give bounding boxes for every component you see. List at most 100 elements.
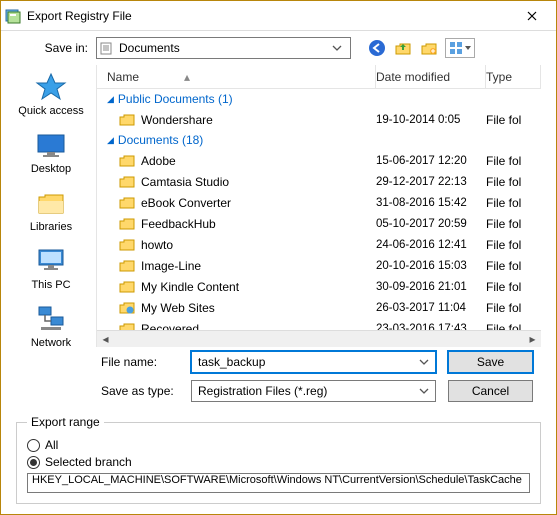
group-header[interactable]: ◢Public Documents (1) (97, 89, 541, 109)
file-row[interactable]: Wondershare19-10-2014 0:05File fol (97, 109, 541, 130)
file-date: 24-06-2016 12:41 (376, 239, 486, 251)
folder-icon (119, 258, 135, 274)
save-in-row: Save in: Documents (1, 31, 556, 65)
file-name: Adobe (141, 154, 376, 168)
filename-label: File name: (101, 355, 191, 369)
file-name: Wondershare (141, 113, 376, 127)
folder-icon (119, 279, 135, 295)
save-in-dropdown[interactable]: Documents (96, 37, 351, 59)
save-button[interactable]: Save (448, 351, 533, 373)
sidebar-this-pc[interactable]: This PC (11, 241, 91, 295)
file-date: 15-06-2017 12:20 (376, 155, 486, 167)
save-in-value: Documents (119, 41, 332, 55)
file-type: File fol (486, 301, 541, 315)
file-date: 30-09-2016 21:01 (376, 281, 486, 293)
radio-icon (27, 439, 40, 452)
horizontal-scrollbar[interactable]: ◂ ▸ (97, 330, 541, 347)
file-name: Image-Line (141, 259, 376, 273)
this-pc-icon (35, 245, 67, 277)
file-date: 19-10-2014 0:05 (376, 114, 486, 126)
branch-path-input[interactable]: HKEY_LOCAL_MACHINE\SOFTWARE\Microsoft\Wi… (27, 473, 530, 493)
file-name: My Kindle Content (141, 280, 376, 294)
file-name: My Web Sites (141, 301, 376, 315)
quick-access-icon (35, 71, 67, 103)
titlebar: Export Registry File (1, 1, 556, 31)
places-sidebar: Quick access Desktop Libraries This PC N… (6, 65, 96, 347)
file-row[interactable]: howto24-06-2016 12:41File fol (97, 234, 541, 255)
file-row[interactable]: Camtasia Studio29-12-2017 22:13File fol (97, 171, 541, 192)
file-row[interactable]: Recovered23-03-2016 17:43File fol (97, 318, 541, 330)
file-type: File fol (486, 154, 541, 168)
new-folder-button[interactable] (419, 38, 439, 58)
filename-input[interactable]: task_backup (191, 351, 436, 373)
back-button[interactable] (367, 38, 387, 58)
save-in-label: Save in: (1, 41, 96, 55)
file-type: File fol (486, 113, 541, 127)
folder-icon (119, 153, 135, 169)
column-type[interactable]: Type (486, 65, 541, 88)
file-row[interactable]: eBook Converter31-08-2016 15:42File fol (97, 192, 541, 213)
sidebar-libraries[interactable]: Libraries (11, 183, 91, 237)
file-type: File fol (486, 259, 541, 273)
folder-icon (119, 216, 135, 232)
file-row[interactable]: FeedbackHub05-10-2017 20:59File fol (97, 213, 541, 234)
file-name: eBook Converter (141, 196, 376, 210)
file-type: File fol (486, 217, 541, 231)
scroll-right-button[interactable]: ▸ (524, 331, 541, 348)
column-name[interactable]: Name▴ (97, 65, 376, 88)
file-date: 31-08-2016 15:42 (376, 197, 486, 209)
file-type: File fol (486, 322, 541, 331)
sidebar-network[interactable]: Network (11, 299, 91, 353)
desktop-icon (35, 129, 67, 161)
saveastype-dropdown[interactable]: Registration Files (*.reg) (191, 380, 436, 402)
network-icon (35, 303, 67, 335)
file-date: 20-10-2016 15:03 (376, 260, 486, 272)
radio-icon (27, 456, 40, 469)
saveastype-label: Save as type: (101, 384, 191, 398)
toolbar-icons (367, 38, 475, 58)
file-row[interactable]: My Web Sites26-03-2017 11:04File fol (97, 297, 541, 318)
view-menu-button[interactable] (445, 38, 475, 58)
file-type: File fol (486, 196, 541, 210)
export-registry-dialog: Export Registry File Save in: Documents (0, 0, 557, 515)
folder-icon (119, 112, 135, 128)
file-row[interactable]: Adobe15-06-2017 12:20File fol (97, 150, 541, 171)
export-range-legend: Export range (27, 415, 104, 429)
file-date: 05-10-2017 20:59 (376, 218, 486, 230)
file-name: howto (141, 238, 376, 252)
folder-icon (119, 321, 135, 331)
sidebar-quick-access[interactable]: Quick access (11, 67, 91, 121)
window-title: Export Registry File (27, 9, 512, 23)
folder-icon (119, 174, 135, 190)
cancel-button[interactable]: Cancel (448, 380, 533, 402)
file-type: File fol (486, 238, 541, 252)
chevron-down-icon (332, 45, 348, 51)
sidebar-desktop[interactable]: Desktop (11, 125, 91, 179)
libraries-icon (35, 187, 67, 219)
collapse-icon: ◢ (107, 135, 114, 146)
radio-selected-branch[interactable]: Selected branch (27, 455, 530, 469)
column-headers[interactable]: Name▴ Date modified Type (97, 65, 541, 89)
radio-all[interactable]: All (27, 438, 530, 452)
documents-icon (99, 40, 115, 56)
file-list[interactable]: ◢Public Documents (1)Wondershare19-10-20… (97, 89, 541, 330)
chevron-down-icon (419, 388, 429, 394)
up-one-level-button[interactable] (393, 38, 413, 58)
column-date[interactable]: Date modified (376, 65, 486, 88)
folder-icon (119, 300, 135, 316)
file-name: Camtasia Studio (141, 175, 376, 189)
collapse-icon: ◢ (107, 94, 114, 105)
chevron-down-icon (419, 359, 429, 365)
group-header[interactable]: ◢Documents (18) (97, 130, 541, 150)
export-range-group: Export range All Selected branch HKEY_LO… (16, 415, 541, 504)
scroll-left-button[interactable]: ◂ (97, 331, 114, 348)
file-row[interactable]: Image-Line20-10-2016 15:03File fol (97, 255, 541, 276)
file-date: 23-03-2016 17:43 (376, 323, 486, 331)
file-pane: Name▴ Date modified Type ◢Public Documen… (96, 65, 541, 347)
file-name: FeedbackHub (141, 217, 376, 231)
sort-indicator-icon: ▴ (184, 70, 190, 84)
folder-icon (119, 195, 135, 211)
close-button[interactable] (512, 2, 552, 30)
file-row[interactable]: My Kindle Content30-09-2016 21:01File fo… (97, 276, 541, 297)
regedit-icon (5, 8, 21, 24)
